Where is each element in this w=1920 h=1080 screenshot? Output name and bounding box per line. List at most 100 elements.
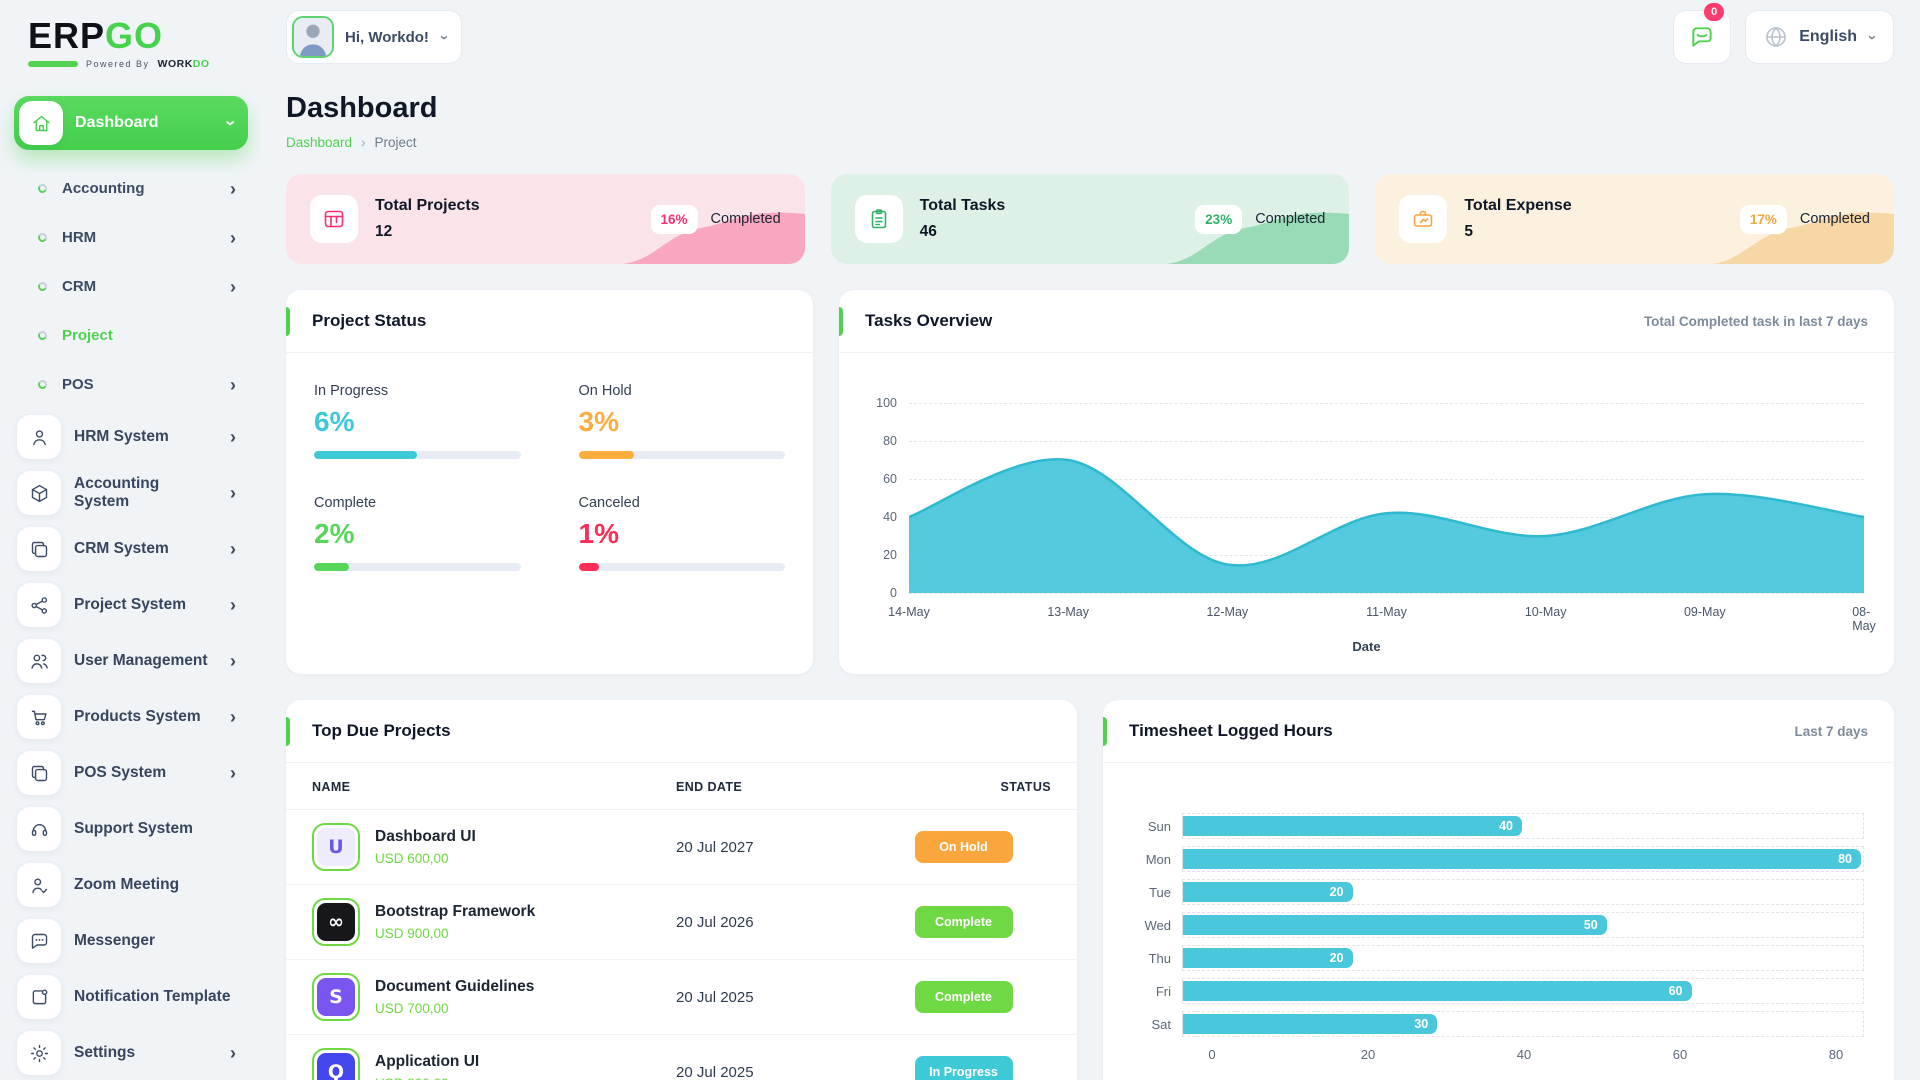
sidebar-item-label: Support System xyxy=(74,820,193,838)
chevron-down-icon: › xyxy=(437,35,452,40)
project-name-link[interactable]: Dashboard UI xyxy=(375,828,476,846)
area-series xyxy=(909,403,1864,593)
logo-underline xyxy=(28,61,78,67)
sidebar-item-pos-system[interactable]: POS System › xyxy=(12,745,250,801)
sidebar-item-label: HRM System xyxy=(74,428,169,446)
sidebar-item-user-management[interactable]: User Management › xyxy=(12,633,250,689)
sidebar-item-zoom-meeting[interactable]: Zoom Meeting xyxy=(12,857,250,913)
status-badge[interactable]: Complete xyxy=(915,906,1013,938)
bar-row-fri: Fri 60 xyxy=(1133,978,1864,1004)
breadcrumb-dashboard-link[interactable]: Dashboard xyxy=(286,135,352,150)
stat-card-total-expense: Total Expense 5 17% Completed xyxy=(1375,174,1894,264)
project-amount: USD 900,00 xyxy=(375,926,535,941)
sidebar-item-settings[interactable]: Settings › xyxy=(12,1025,250,1080)
sidebar-item-support-system[interactable]: Support System xyxy=(12,801,250,857)
chevron-right-icon: › xyxy=(230,596,236,614)
language-selector[interactable]: English › xyxy=(1745,10,1894,64)
sidebar-subitem-crm[interactable]: CRM › xyxy=(12,262,250,311)
sidebar-subitem-project[interactable]: Project xyxy=(12,311,250,360)
table-row: Ϙ Application UI USD 800,00 20 Jul 2025 … xyxy=(286,1035,1077,1080)
y-tick-label: 0 xyxy=(890,586,897,600)
x-tick-label: 08-May xyxy=(1852,605,1876,633)
messages-button[interactable]: 0 xyxy=(1673,10,1731,64)
chevron-right-icon: › xyxy=(230,540,236,558)
project-name-link[interactable]: Application UI xyxy=(375,1053,479,1071)
chevron-right-icon: › xyxy=(230,180,236,198)
sidebar-subitem-label: Accounting xyxy=(62,180,145,197)
status-badge[interactable]: In Progress xyxy=(915,1056,1013,1080)
sidebar-item-hrm-system[interactable]: HRM System › xyxy=(12,409,250,465)
sidebar-item-label: Project System xyxy=(74,596,186,614)
notification-icon xyxy=(17,975,61,1019)
status-badge[interactable]: Complete xyxy=(915,981,1013,1013)
status-label: On Hold xyxy=(579,383,786,399)
sidebar-item-messenger[interactable]: Messenger xyxy=(12,913,250,969)
stat-title: Total Tasks xyxy=(920,197,1006,215)
sidebar-item-notification-template[interactable]: Notification Template xyxy=(12,969,250,1025)
project-end-date: 20 Jul 2026 xyxy=(676,914,876,931)
bar-row-wed: Wed 50 xyxy=(1133,912,1864,938)
bullet-icon xyxy=(37,281,48,292)
status-value: 6% xyxy=(314,406,521,438)
bullet-icon xyxy=(37,183,48,194)
table-row: U Dashboard UI USD 600,00 20 Jul 2027 On… xyxy=(286,810,1077,885)
status-badge[interactable]: On Hold xyxy=(915,831,1013,863)
stat-value: 5 xyxy=(1464,223,1571,241)
user-menu-button[interactable]: Hi, Workdo! › xyxy=(286,10,462,64)
timesheet-chart: Sun 40 Mon 80 Tue 20 Wed 50 Thu 2 xyxy=(1103,763,1894,1077)
timesheet-card: Timesheet Logged Hours Last 7 days Sun 4… xyxy=(1103,700,1894,1080)
status-value: 2% xyxy=(314,518,521,550)
bar-track: 60 xyxy=(1182,978,1864,1004)
sidebar-subitem-accounting[interactable]: Accounting › xyxy=(12,164,250,213)
status-value: 1% xyxy=(579,518,786,550)
sidebar-subitem-pos[interactable]: POS › xyxy=(12,360,250,409)
x-tick-label: 60 xyxy=(1673,1047,1687,1062)
bar-track: 20 xyxy=(1182,945,1864,971)
project-amount: USD 600,00 xyxy=(375,851,476,866)
bar-row-thu: Thu 20 xyxy=(1133,945,1864,971)
breadcrumb-current: Project xyxy=(375,135,417,150)
x-axis-title: Date xyxy=(869,639,1864,654)
stat-text: Total Projects 12 xyxy=(375,197,480,241)
status-item-complete: Complete 2% xyxy=(314,495,521,571)
sidebar-subitem-hrm[interactable]: HRM › xyxy=(12,213,250,262)
dashboard-submenu: Accounting › HRM › CRM › Project POS › xyxy=(12,164,250,409)
home-icon xyxy=(19,101,63,145)
stat-value: 12 xyxy=(375,223,480,241)
stat-card-total-tasks: Total Tasks 46 23% Completed xyxy=(831,174,1350,264)
y-tick-label: 40 xyxy=(883,510,897,524)
main-content: Hi, Workdo! › 0 English › Dashboard Dash… xyxy=(262,0,1920,1080)
sidebar-menu: HRM System › Accounting System › CRM Sys… xyxy=(12,409,250,1080)
notification-badge: 0 xyxy=(1704,3,1724,21)
bar-row-mon: Mon 80 xyxy=(1133,846,1864,872)
sidebar-item-products-system[interactable]: Products System › xyxy=(12,689,250,745)
stat-suffix: Completed xyxy=(1255,211,1325,227)
bullet-icon xyxy=(37,330,48,341)
app-logo[interactable]: ERPGO Powered By WORKDO xyxy=(12,16,250,70)
logo-text: ERPGO xyxy=(28,18,234,54)
x-tick-label: 12-May xyxy=(1206,605,1248,619)
status-item-in-progress: In Progress 6% xyxy=(314,383,521,459)
project-name-link[interactable]: Document Guidelines xyxy=(375,978,534,996)
cube-icon xyxy=(17,471,61,515)
chevron-right-icon: › xyxy=(230,1044,236,1062)
stat-value: 46 xyxy=(920,223,1006,241)
chevron-down-icon: › xyxy=(1865,35,1880,40)
bar: 80 xyxy=(1183,849,1861,869)
bullet-icon xyxy=(37,379,48,390)
stat-text: Total Expense 5 xyxy=(1464,197,1571,241)
avatar xyxy=(292,16,334,58)
project-avatar: S xyxy=(312,973,360,1021)
project-name-link[interactable]: Bootstrap Framework xyxy=(375,903,535,921)
stat-cards-row: Total Projects 12 16% Completed Total Ta… xyxy=(286,174,1894,264)
stat-text: Total Tasks 46 xyxy=(920,197,1006,241)
sidebar-item-dashboard[interactable]: Dashboard › xyxy=(14,96,248,150)
chevron-right-icon: › xyxy=(230,278,236,296)
workdo-brand: WORKDO xyxy=(158,58,210,70)
sidebar-item-crm-system[interactable]: CRM System › xyxy=(12,521,250,577)
progress-bar xyxy=(314,451,521,459)
bar-category-label: Sat xyxy=(1133,1017,1171,1032)
bar: 20 xyxy=(1183,948,1353,968)
sidebar-item-accounting-system[interactable]: Accounting System › xyxy=(12,465,250,521)
sidebar-item-project-system[interactable]: Project System › xyxy=(12,577,250,633)
